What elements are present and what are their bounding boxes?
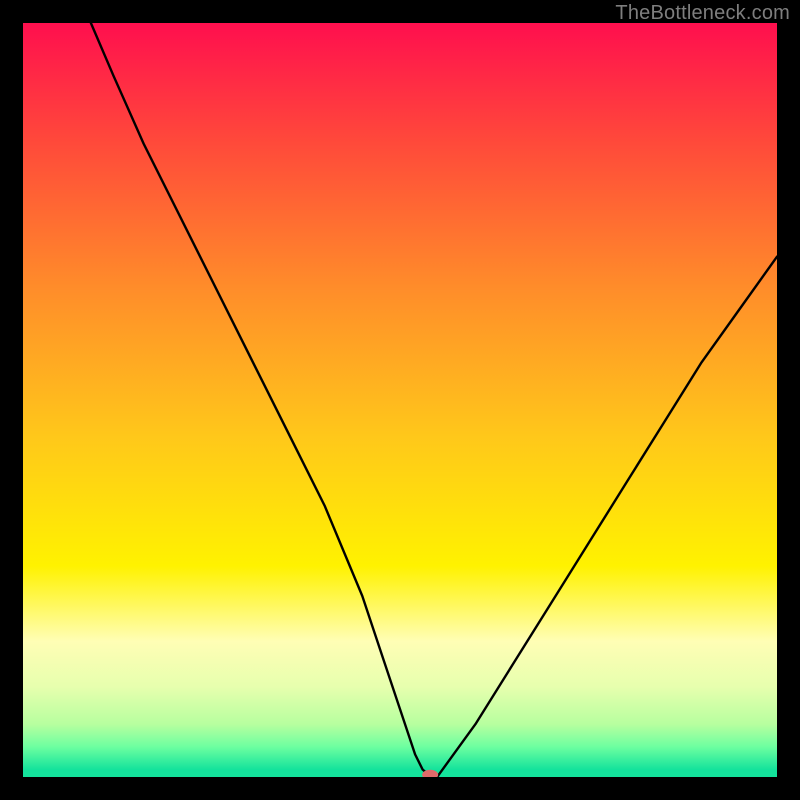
watermark: TheBottleneck.com <box>615 2 790 25</box>
chart-outer-frame: TheBottleneck.com <box>0 0 800 800</box>
gradient-backdrop <box>23 23 777 777</box>
plot-area <box>23 23 777 777</box>
plot-svg <box>23 23 777 777</box>
